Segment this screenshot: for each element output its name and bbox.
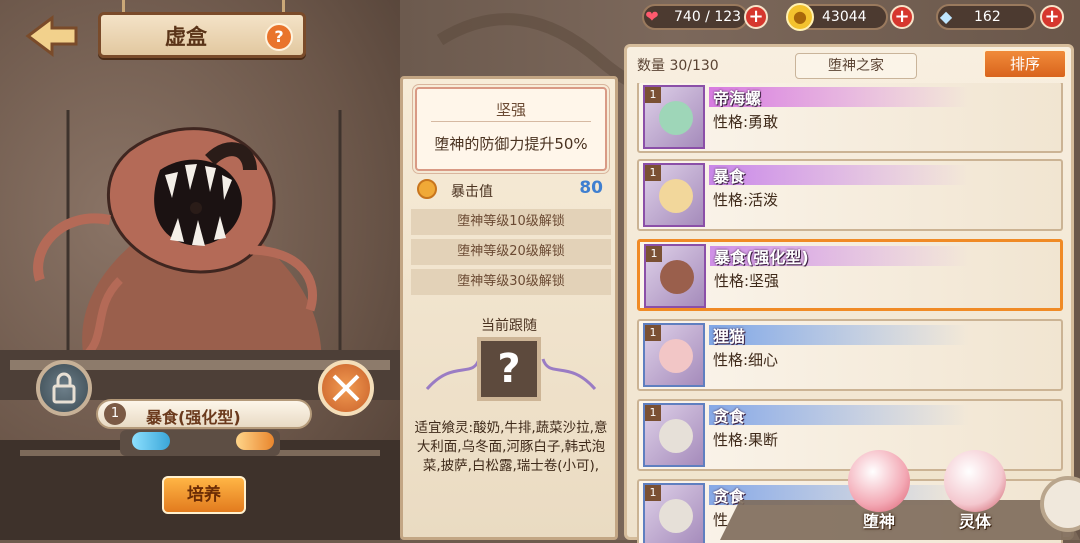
name-bar <box>709 325 969 345</box>
release-button[interactable] <box>318 360 374 416</box>
crit-row: 暴击值 80 <box>411 175 611 205</box>
portrait: 1 <box>643 483 705 543</box>
back-arrow-icon <box>25 15 78 57</box>
portrait: 1 <box>644 244 706 308</box>
follow-title: 当前跟随 <box>481 318 537 334</box>
follow-slot[interactable]: ? <box>477 337 541 401</box>
item-name: 贪食 <box>713 407 746 426</box>
add-coins-button[interactable]: + <box>890 5 914 29</box>
stamina-counter: ❤ 740 / 123 <box>642 4 748 30</box>
lock-button[interactable] <box>36 360 92 416</box>
crit-label: 暴击值 <box>451 184 493 200</box>
add-stamina-button[interactable]: + <box>744 5 768 29</box>
item-name: 狸猫 <box>713 327 746 346</box>
level-badge: 1 <box>645 405 661 421</box>
item-name: 帝海螺 <box>713 89 762 108</box>
selected-name-plate: 1 暴食(强化型) <box>96 399 312 429</box>
tab-spirit-label: 灵体 <box>958 512 991 531</box>
name-bar <box>709 405 969 425</box>
level-badge: 1 <box>645 165 661 181</box>
item-trait: 性格:活泼 <box>713 191 779 209</box>
crystal-counter: ◆ 162 <box>936 4 1036 30</box>
item-trait: 性格:果断 <box>713 431 779 449</box>
item-name: 暴食(强化型) <box>714 248 809 267</box>
unlock-row-20: 堕神等级20级解锁 <box>411 239 611 265</box>
element-gem-orange <box>236 432 274 450</box>
item-name: 暴食 <box>713 167 746 186</box>
tab-fallen-label: 堕神 <box>862 512 895 531</box>
coin-counter: ● 43044 <box>786 3 888 31</box>
portrait-face <box>659 339 693 373</box>
portrait-face <box>659 499 693 533</box>
portrait: 1 <box>643 403 705 467</box>
element-gem-blue <box>132 432 170 450</box>
stamina-value: 740 / 123 <box>674 9 742 25</box>
item-trait: 性格:勇敢 <box>713 113 779 131</box>
selected-name: 暴食(强化型) <box>146 408 241 427</box>
sort-button[interactable]: 排序 <box>983 49 1067 79</box>
add-crystals-button[interactable]: + <box>1040 5 1064 29</box>
crossed-utensils-icon <box>332 374 360 402</box>
lock-icon <box>52 372 76 404</box>
unlock-row-30: 堕神等级30级解锁 <box>411 269 611 295</box>
filter-dropdown[interactable]: 堕神之家 <box>795 53 917 79</box>
trait-description: 堕神的防御力提升50% <box>434 135 588 153</box>
selected-level-badge: 1 <box>104 403 126 425</box>
back-button[interactable] <box>22 14 82 58</box>
level-badge: 1 <box>645 325 661 341</box>
name-bar <box>709 165 969 185</box>
fallen-tab-icon <box>848 450 910 512</box>
list-item-selected[interactable]: 1 暴食(强化型) 性格:坚强 <box>637 239 1063 311</box>
list-item[interactable]: 1 暴食 性格:活泼 <box>637 159 1063 231</box>
trait-box: 坚强 堕神的防御力提升50% <box>412 84 610 174</box>
portrait-face <box>660 260 694 294</box>
crystal-value: 162 <box>974 9 1001 25</box>
level-badge: 1 <box>646 246 662 262</box>
item-trait: 性格:细心 <box>713 351 779 369</box>
unlock-row-10: 堕神等级10级解锁 <box>411 209 611 235</box>
tab-spirit[interactable]: 灵体 <box>934 450 1024 536</box>
crit-icon <box>417 179 437 199</box>
list-item[interactable]: 1 帝海螺 性格:勇敢 <box>637 83 1063 153</box>
crit-value: 80 <box>579 178 603 198</box>
trait-divider <box>431 121 591 122</box>
coin-icon: ● <box>786 3 814 31</box>
portrait-face <box>659 419 693 453</box>
page-title: 虚盒 <box>165 25 207 49</box>
list-count: 数量 30/130 <box>637 58 719 74</box>
level-badge: 1 <box>645 485 661 501</box>
suitable-foods: 适宜飨灵:酸奶,牛排,蔬菜沙拉,意大利面,乌冬面,河豚白子,韩式泡菜,披萨,白松… <box>414 420 608 474</box>
level-badge: 1 <box>645 87 661 103</box>
info-panel: 坚强 堕神的防御力提升50% 暴击值 80 堕神等级10级解锁 堕神等级20级解… <box>400 76 618 540</box>
heart-icon: ❤ <box>645 7 659 26</box>
cultivate-button[interactable]: 培养 <box>162 476 246 514</box>
list-item[interactable]: 1 狸猫 性格:细心 <box>637 319 1063 391</box>
portrait-face <box>659 179 693 213</box>
coin-value: 43044 <box>822 9 867 25</box>
spirit-tab-icon <box>944 450 1006 512</box>
portrait: 1 <box>643 323 705 387</box>
tab-fallen[interactable]: 堕神 <box>838 450 928 536</box>
crystal-icon: ◆ <box>939 7 953 26</box>
portrait-face <box>659 101 693 135</box>
portrait: 1 <box>643 85 705 149</box>
portrait: 1 <box>643 163 705 227</box>
item-trait: 性格:坚强 <box>714 272 780 290</box>
question-mark-icon: ? <box>497 346 521 392</box>
trait-name: 坚强 <box>495 101 526 119</box>
help-button[interactable]: ? <box>265 23 293 51</box>
title-plate: 虚盒 ? <box>98 12 306 58</box>
